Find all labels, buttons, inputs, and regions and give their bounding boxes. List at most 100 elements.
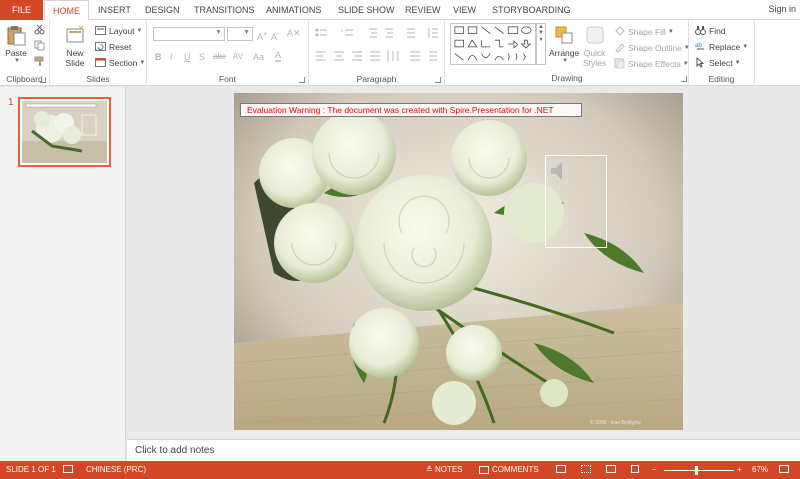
replace-button[interactable]: ab Replace ▼ bbox=[695, 40, 748, 53]
shape-fill-button[interactable]: Shape Fill ▼ bbox=[614, 25, 674, 38]
shape-effects-label: Shape Effects bbox=[628, 58, 681, 69]
tab-view[interactable]: VIEW bbox=[453, 0, 476, 20]
alignment-buttons-icon[interactable] bbox=[315, 50, 440, 62]
zoom-in-button[interactable]: + bbox=[737, 465, 742, 474]
svg-text:ab: ab bbox=[695, 43, 702, 49]
notes-label: NOTES bbox=[434, 465, 463, 474]
copy-icon[interactable] bbox=[34, 40, 45, 51]
character-spacing-button[interactable]: AV bbox=[233, 52, 243, 61]
tab-home[interactable]: HOME bbox=[44, 0, 89, 21]
section-icon bbox=[95, 58, 106, 67]
tab-insert[interactable]: INSERT bbox=[98, 0, 131, 20]
zoom-slider[interactable] bbox=[664, 470, 734, 471]
paste-icon bbox=[7, 26, 26, 46]
layout-button[interactable]: Layout ▼ bbox=[95, 24, 142, 37]
arrange-button[interactable]: Arrange ▼ bbox=[549, 24, 579, 64]
new-slide-label-1: New bbox=[66, 48, 84, 58]
tab-design[interactable]: DESIGN bbox=[145, 0, 180, 20]
bold-button[interactable]: B bbox=[155, 52, 162, 62]
tab-slide-show[interactable]: SLIDE SHOW bbox=[338, 0, 395, 20]
sign-in-link[interactable]: Sign in bbox=[768, 4, 796, 14]
reset-button[interactable]: Reset bbox=[95, 40, 131, 53]
paragraph-dialog-launcher[interactable] bbox=[435, 77, 441, 83]
tab-review[interactable]: REVIEW bbox=[405, 0, 441, 20]
comments-button[interactable]: COMMENTS bbox=[479, 465, 539, 474]
tab-transitions[interactable]: TRANSITIONS bbox=[194, 0, 255, 20]
new-slide-button[interactable]: New Slide bbox=[64, 24, 86, 68]
tab-file[interactable]: FILE bbox=[0, 0, 43, 20]
spelling-icon[interactable] bbox=[63, 465, 76, 473]
replace-icon: ab bbox=[695, 43, 704, 50]
underline-button[interactable]: U bbox=[184, 52, 191, 62]
arrange-icon bbox=[555, 26, 573, 44]
find-button[interactable]: Find bbox=[695, 24, 726, 37]
new-slide-label-2: Slide bbox=[65, 58, 85, 68]
quick-styles-button[interactable]: Quick Styles bbox=[583, 24, 606, 68]
shapes-gallery[interactable] bbox=[450, 23, 536, 65]
shape-outline-button[interactable]: Shape Outline ▼ bbox=[614, 41, 690, 54]
evaluation-warning-text[interactable]: Evaluation Warning : The document was cr… bbox=[240, 103, 582, 117]
change-case-button[interactable]: Aa bbox=[253, 52, 264, 62]
chevron-down-icon: ▼ bbox=[136, 27, 143, 34]
font-group: ▼ ▼ A+ A- A✕ B I U S abc AV Aa A Font bbox=[147, 20, 309, 86]
font-color-button[interactable]: A bbox=[275, 51, 282, 62]
slide-show-button[interactable] bbox=[631, 465, 642, 473]
strikethrough-button[interactable]: abc bbox=[213, 52, 226, 61]
shape-fill-label: Shape Fill bbox=[628, 26, 666, 37]
grow-font-icon[interactable]: A+ bbox=[257, 29, 267, 42]
clipboard-dialog-launcher[interactable] bbox=[40, 77, 46, 83]
layout-icon bbox=[95, 26, 106, 35]
font-size-combo[interactable]: ▼ bbox=[227, 27, 253, 41]
select-button[interactable]: Select ▼ bbox=[695, 56, 741, 69]
italic-button[interactable]: I bbox=[170, 52, 173, 62]
slide-sorter-button[interactable] bbox=[581, 465, 594, 473]
editing-group: Find ab Replace ▼ Select ▼ Editing bbox=[689, 20, 755, 86]
slide-thumbnail-number: 1 bbox=[8, 97, 14, 108]
notes-pane[interactable]: Click to add notes bbox=[127, 439, 800, 461]
section-button[interactable]: Section ▼ bbox=[95, 56, 145, 69]
reading-view-icon bbox=[606, 465, 616, 473]
shape-effects-button[interactable]: Shape Effects ▼ bbox=[614, 57, 689, 70]
slide-indicator: SLIDE 1 OF 1 bbox=[6, 465, 56, 474]
format-painter-icon[interactable] bbox=[34, 56, 45, 67]
notes-button[interactable]: ≛ NOTES bbox=[426, 465, 463, 474]
fit-to-window-button[interactable] bbox=[779, 465, 792, 473]
drawing-dialog-launcher[interactable] bbox=[681, 76, 687, 82]
zoom-slider-thumb[interactable] bbox=[694, 466, 698, 475]
tab-storyboarding[interactable]: STORYBOARDING bbox=[492, 0, 571, 20]
text-shadow-button[interactable]: S bbox=[199, 52, 205, 62]
slide-thumbnail-1[interactable] bbox=[18, 97, 111, 167]
list-buttons-icon[interactable]: 1 bbox=[315, 27, 440, 39]
audio-object[interactable] bbox=[545, 155, 607, 248]
shrink-font-icon[interactable]: A- bbox=[271, 29, 280, 42]
layout-label: Layout bbox=[109, 25, 135, 36]
chevron-down-icon: ▼ bbox=[734, 59, 741, 66]
chevron-down-icon: ▼ bbox=[14, 58, 20, 64]
zoom-out-button[interactable]: − bbox=[652, 465, 657, 474]
normal-view-button[interactable] bbox=[556, 465, 569, 473]
paragraph-group: 1 Paragraph bbox=[309, 20, 445, 86]
font-name-combo[interactable]: ▼ bbox=[153, 27, 225, 41]
shape-outline-label: Shape Outline bbox=[628, 42, 682, 53]
shapes-gallery-scroll[interactable]: ▲ ▼ ▾ bbox=[536, 23, 546, 65]
language-indicator[interactable]: CHINESE (PRC) bbox=[86, 465, 146, 474]
slide-sorter-icon bbox=[581, 465, 591, 473]
clear-formatting-icon[interactable]: A✕ bbox=[287, 28, 301, 39]
shape-effects-icon bbox=[614, 58, 625, 69]
binoculars-icon bbox=[695, 26, 706, 35]
slides-group: New Slide Layout ▼ Reset Section ▼ Slides bbox=[50, 20, 147, 86]
zoom-level[interactable]: 67% bbox=[752, 465, 768, 474]
normal-view-icon bbox=[556, 465, 566, 473]
fit-to-window-icon bbox=[779, 465, 789, 473]
section-label: Section bbox=[109, 57, 138, 68]
paste-button[interactable]: Paste ▼ bbox=[5, 24, 27, 64]
cut-icon[interactable] bbox=[34, 24, 45, 35]
reading-view-button[interactable] bbox=[606, 465, 619, 473]
reset-icon bbox=[95, 42, 106, 51]
tab-animations[interactable]: ANIMATIONS bbox=[266, 0, 321, 20]
slide-canvas[interactable] bbox=[234, 93, 683, 430]
font-dialog-launcher[interactable] bbox=[299, 77, 305, 83]
chevron-down-icon: ▼ bbox=[682, 60, 689, 67]
arrange-label: Arrange bbox=[549, 48, 580, 58]
paragraph-group-label: Paragraph bbox=[356, 74, 397, 84]
